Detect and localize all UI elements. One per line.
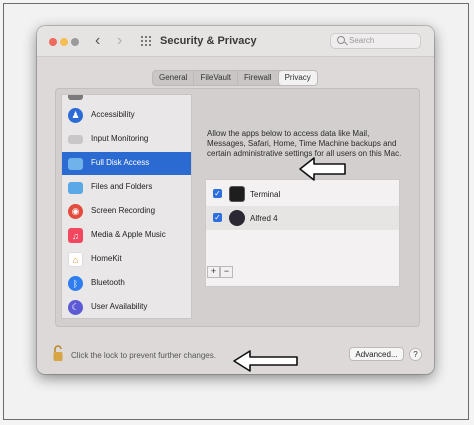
back-icon[interactable]: ‹ — [95, 33, 100, 49]
arrow-pointer-icon — [233, 350, 298, 372]
app-label: Alfred 4 — [250, 214, 278, 223]
app-label: Terminal — [250, 190, 281, 199]
add-app-button[interactable]: + — [207, 266, 220, 278]
sidebar-item-label: Accessibility — [91, 110, 135, 119]
title-bar: ‹ › Security & Privacy Search — [37, 26, 434, 57]
lock-message: Click the lock to prevent further change… — [71, 351, 216, 360]
bluetooth-icon: ᛒ — [68, 276, 83, 291]
sidebar-item-accessibility[interactable]: ♟ Accessibility — [62, 104, 191, 127]
sidebar-item-homekit[interactable]: ⌂ HomeKit — [62, 248, 191, 271]
lock-icon[interactable] — [53, 344, 63, 362]
sidebar-item-files-and-folders[interactable]: Files and Folders — [62, 176, 191, 199]
sidebar-item-input-monitoring[interactable]: Input Monitoring — [62, 128, 191, 151]
remove-app-button[interactable]: − — [220, 266, 233, 278]
app-row-terminal[interactable]: ✓ Terminal — [206, 182, 399, 206]
sidebar-item-full-disk-access[interactable]: Full Disk Access — [62, 152, 191, 175]
sidebar-item-bluetooth[interactable]: ᛒ Bluetooth — [62, 272, 191, 295]
sidebar-item-label: Input Monitoring — [91, 134, 149, 143]
add-remove-controls: + − — [207, 266, 233, 278]
search-placeholder: Search — [349, 36, 375, 45]
sidebar-item-media-apple-music[interactable]: ♫ Media & Apple Music — [62, 224, 191, 247]
sidebar-item-label: Bluetooth — [91, 278, 125, 287]
search-input[interactable]: Search — [330, 33, 421, 49]
folder-icon — [68, 182, 83, 194]
minimize-button[interactable] — [60, 38, 68, 46]
sidebar-item-label: Media & Apple Music — [91, 230, 166, 239]
sidebar-item-user-availability[interactable]: ☾ User Availability — [62, 296, 191, 318]
folder-icon — [68, 158, 83, 170]
alfred-icon — [229, 210, 245, 226]
search-icon — [337, 36, 345, 44]
tab-general[interactable]: General — [153, 71, 195, 85]
sidebar-item-label: User Availability — [91, 302, 148, 311]
forward-icon[interactable]: › — [117, 33, 122, 49]
sidebar-item-label: HomeKit — [91, 254, 122, 263]
record-icon: ◉ — [68, 204, 83, 219]
show-all-grid-icon[interactable] — [141, 36, 152, 47]
music-icon: ♫ — [68, 228, 83, 243]
privacy-sidebar[interactable]: ♟ Accessibility Input Monitoring Full Di… — [61, 94, 192, 319]
moon-icon: ☾ — [68, 300, 83, 315]
app-list[interactable]: ✓ Terminal ✓ Alfred 4 — [205, 179, 400, 287]
sidebar-item-label: Screen Recording — [91, 206, 156, 215]
preferences-window: ‹ › Security & Privacy Search General Fi… — [37, 26, 434, 374]
sidebar-item-label: Full Disk Access — [91, 158, 150, 167]
sidebar-item-label: Files and Folders — [91, 182, 153, 191]
tab-firewall[interactable]: Firewall — [238, 71, 279, 85]
window-title: Security & Privacy — [160, 35, 257, 47]
tab-privacy[interactable]: Privacy — [278, 71, 317, 85]
arrow-pointer-icon — [299, 157, 346, 181]
partial-icon — [68, 95, 83, 100]
sidebar-item-partial[interactable] — [62, 95, 191, 104]
alfred-checkbox[interactable]: ✓ — [213, 213, 222, 222]
zoom-button[interactable] — [71, 38, 79, 46]
terminal-icon — [229, 186, 245, 202]
tab-bar: General FileVault Firewall Privacy — [152, 70, 318, 86]
sidebar-item-screen-recording[interactable]: ◉ Screen Recording — [62, 200, 191, 223]
home-icon: ⌂ — [68, 252, 83, 267]
close-button[interactable] — [49, 38, 57, 46]
app-row-alfred[interactable]: ✓ Alfred 4 — [206, 206, 399, 230]
advanced-button[interactable]: Advanced... — [349, 347, 404, 361]
keyboard-icon — [68, 135, 83, 144]
help-button[interactable]: ? — [409, 348, 422, 361]
accessibility-icon: ♟ — [68, 108, 83, 123]
terminal-checkbox[interactable]: ✓ — [213, 189, 222, 198]
tab-filevault[interactable]: FileVault — [194, 71, 238, 85]
